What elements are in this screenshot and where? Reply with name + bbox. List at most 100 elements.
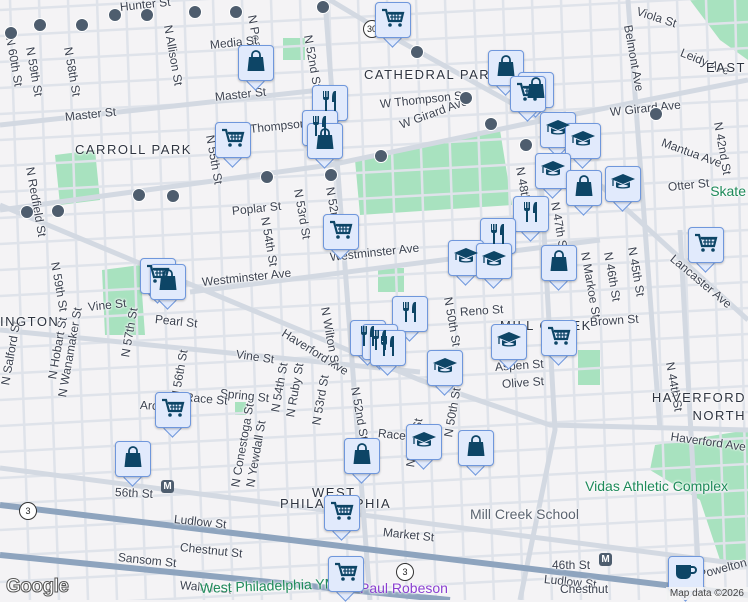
bag-icon	[312, 126, 338, 157]
poi-label[interactable]: Paul Robeson	[360, 580, 448, 596]
tram-stop-icon[interactable]	[374, 149, 388, 163]
bag-icon	[243, 48, 269, 79]
tram-stop-icon[interactable]	[20, 205, 34, 219]
street-label: 46th St	[552, 558, 591, 572]
tram-stop-icon[interactable]	[260, 170, 274, 184]
map-marker-school[interactable]	[406, 424, 442, 470]
marker-body	[115, 441, 151, 477]
map-marker-shopping[interactable]	[307, 123, 343, 169]
tram-stop-icon[interactable]	[108, 8, 122, 22]
fork-knife-icon	[397, 299, 423, 330]
tram-stop-icon[interactable]	[649, 107, 663, 121]
marker-body	[155, 392, 191, 428]
street-label: N 52nd St	[348, 385, 372, 441]
map-marker-shopping[interactable]	[458, 430, 494, 476]
grad-cap-icon	[496, 327, 522, 358]
tram-stop-icon[interactable]	[188, 5, 202, 19]
marker-body	[491, 324, 527, 360]
tram-stop-icon[interactable]	[519, 138, 533, 152]
marker-body	[476, 243, 512, 279]
marker-body	[344, 438, 380, 474]
street-label: Vine St	[235, 347, 276, 367]
map-marker-grocery[interactable]	[155, 392, 191, 438]
map-marker-shopping[interactable]	[541, 245, 577, 291]
street-label: Viola St	[634, 4, 679, 31]
street-label: Powelton	[696, 555, 748, 582]
cart-icon	[515, 79, 541, 110]
map-marker-grocery[interactable]	[215, 122, 251, 168]
tram-stop-icon[interactable]	[459, 91, 473, 105]
cart-icon	[220, 125, 246, 156]
street-label: N 45th St	[625, 245, 648, 298]
marker-body	[238, 45, 274, 81]
map-marker-grocery[interactable]	[323, 214, 359, 260]
tram-stop-icon[interactable]	[316, 0, 330, 14]
tram-stop-icon[interactable]	[132, 188, 146, 202]
marker-body	[541, 320, 577, 356]
metro-station-icon[interactable]: M	[161, 480, 174, 493]
tram-stop-icon[interactable]	[166, 189, 180, 203]
street-label: N 50th St	[441, 295, 464, 348]
map-marker-school[interactable]	[476, 243, 512, 289]
street-label: N 53rd St	[309, 373, 332, 427]
street-label: N Markoe St	[578, 250, 604, 319]
street-label: Poplar St	[231, 198, 282, 218]
map-marker-school[interactable]	[491, 324, 527, 370]
grad-cap-icon	[540, 156, 566, 187]
tram-stop-icon[interactable]	[229, 5, 243, 19]
cart-icon	[328, 217, 354, 248]
map-marker-shopping[interactable]	[566, 170, 602, 216]
street-label: Belmont Ave	[621, 23, 647, 93]
marker-body	[566, 170, 602, 206]
coffee-icon	[673, 559, 699, 590]
marker-body	[307, 123, 343, 159]
grad-cap-icon	[481, 246, 507, 277]
cart-icon	[160, 395, 186, 426]
tram-stop-icon[interactable]	[4, 26, 18, 40]
street-label: Sansom St	[117, 550, 178, 571]
street-label: N 60th St	[3, 35, 26, 88]
marker-body	[370, 330, 406, 366]
map-marker-restaurant[interactable]	[513, 196, 549, 242]
map-marker-grocery[interactable]	[541, 320, 577, 366]
map-marker-school[interactable]	[427, 350, 463, 396]
bag-icon	[349, 441, 375, 472]
street-label: Master St	[64, 104, 117, 124]
map-marker-grocery[interactable]	[375, 2, 411, 48]
marker-body	[458, 430, 494, 466]
area-label: CARROLL PARK	[75, 142, 192, 157]
poi-label[interactable]: Vidas Athletic Complex	[585, 478, 728, 494]
map-marker-shopping[interactable]	[238, 45, 274, 91]
map-marker-grocery[interactable]	[324, 495, 360, 541]
map-marker-restaurant[interactable]	[370, 330, 406, 376]
map-marker-shopping[interactable]	[344, 438, 380, 484]
metro-station-icon[interactable]: M	[599, 553, 612, 566]
street-label: N 52nd St	[301, 33, 325, 89]
poi-label[interactable]: Mill Creek School	[470, 506, 579, 522]
bag-icon	[546, 248, 572, 279]
tram-stop-icon[interactable]	[140, 8, 154, 22]
marker-body	[328, 556, 364, 592]
map-marker-school[interactable]	[605, 166, 641, 212]
tram-stop-icon[interactable]	[410, 45, 424, 59]
map-marker-grocery[interactable]	[688, 227, 724, 273]
street-label: N 53rd St	[291, 187, 314, 241]
tram-stop-icon[interactable]	[484, 117, 498, 131]
map-attribution[interactable]: Map data ©2026	[665, 587, 748, 600]
marker-body	[427, 350, 463, 386]
marker-body	[375, 2, 411, 38]
poi-label[interactable]: Skate	[710, 183, 746, 199]
tram-stop-icon[interactable]	[51, 204, 65, 218]
map-marker-shopping[interactable]	[150, 264, 186, 310]
map-marker-shopping[interactable]	[115, 441, 151, 487]
tram-stop-icon[interactable]	[33, 18, 47, 32]
tram-stop-icon[interactable]	[324, 168, 338, 182]
bag-icon	[571, 173, 597, 204]
street-label: 56th St	[114, 485, 154, 501]
street-label: Brown St	[589, 311, 640, 329]
fork-knife-icon	[375, 333, 401, 364]
area-label: HAVERFORD	[651, 390, 746, 405]
area-label: EAST	[706, 60, 746, 75]
map-marker-grocery[interactable]	[328, 556, 364, 602]
tram-stop-icon[interactable]	[75, 18, 89, 32]
